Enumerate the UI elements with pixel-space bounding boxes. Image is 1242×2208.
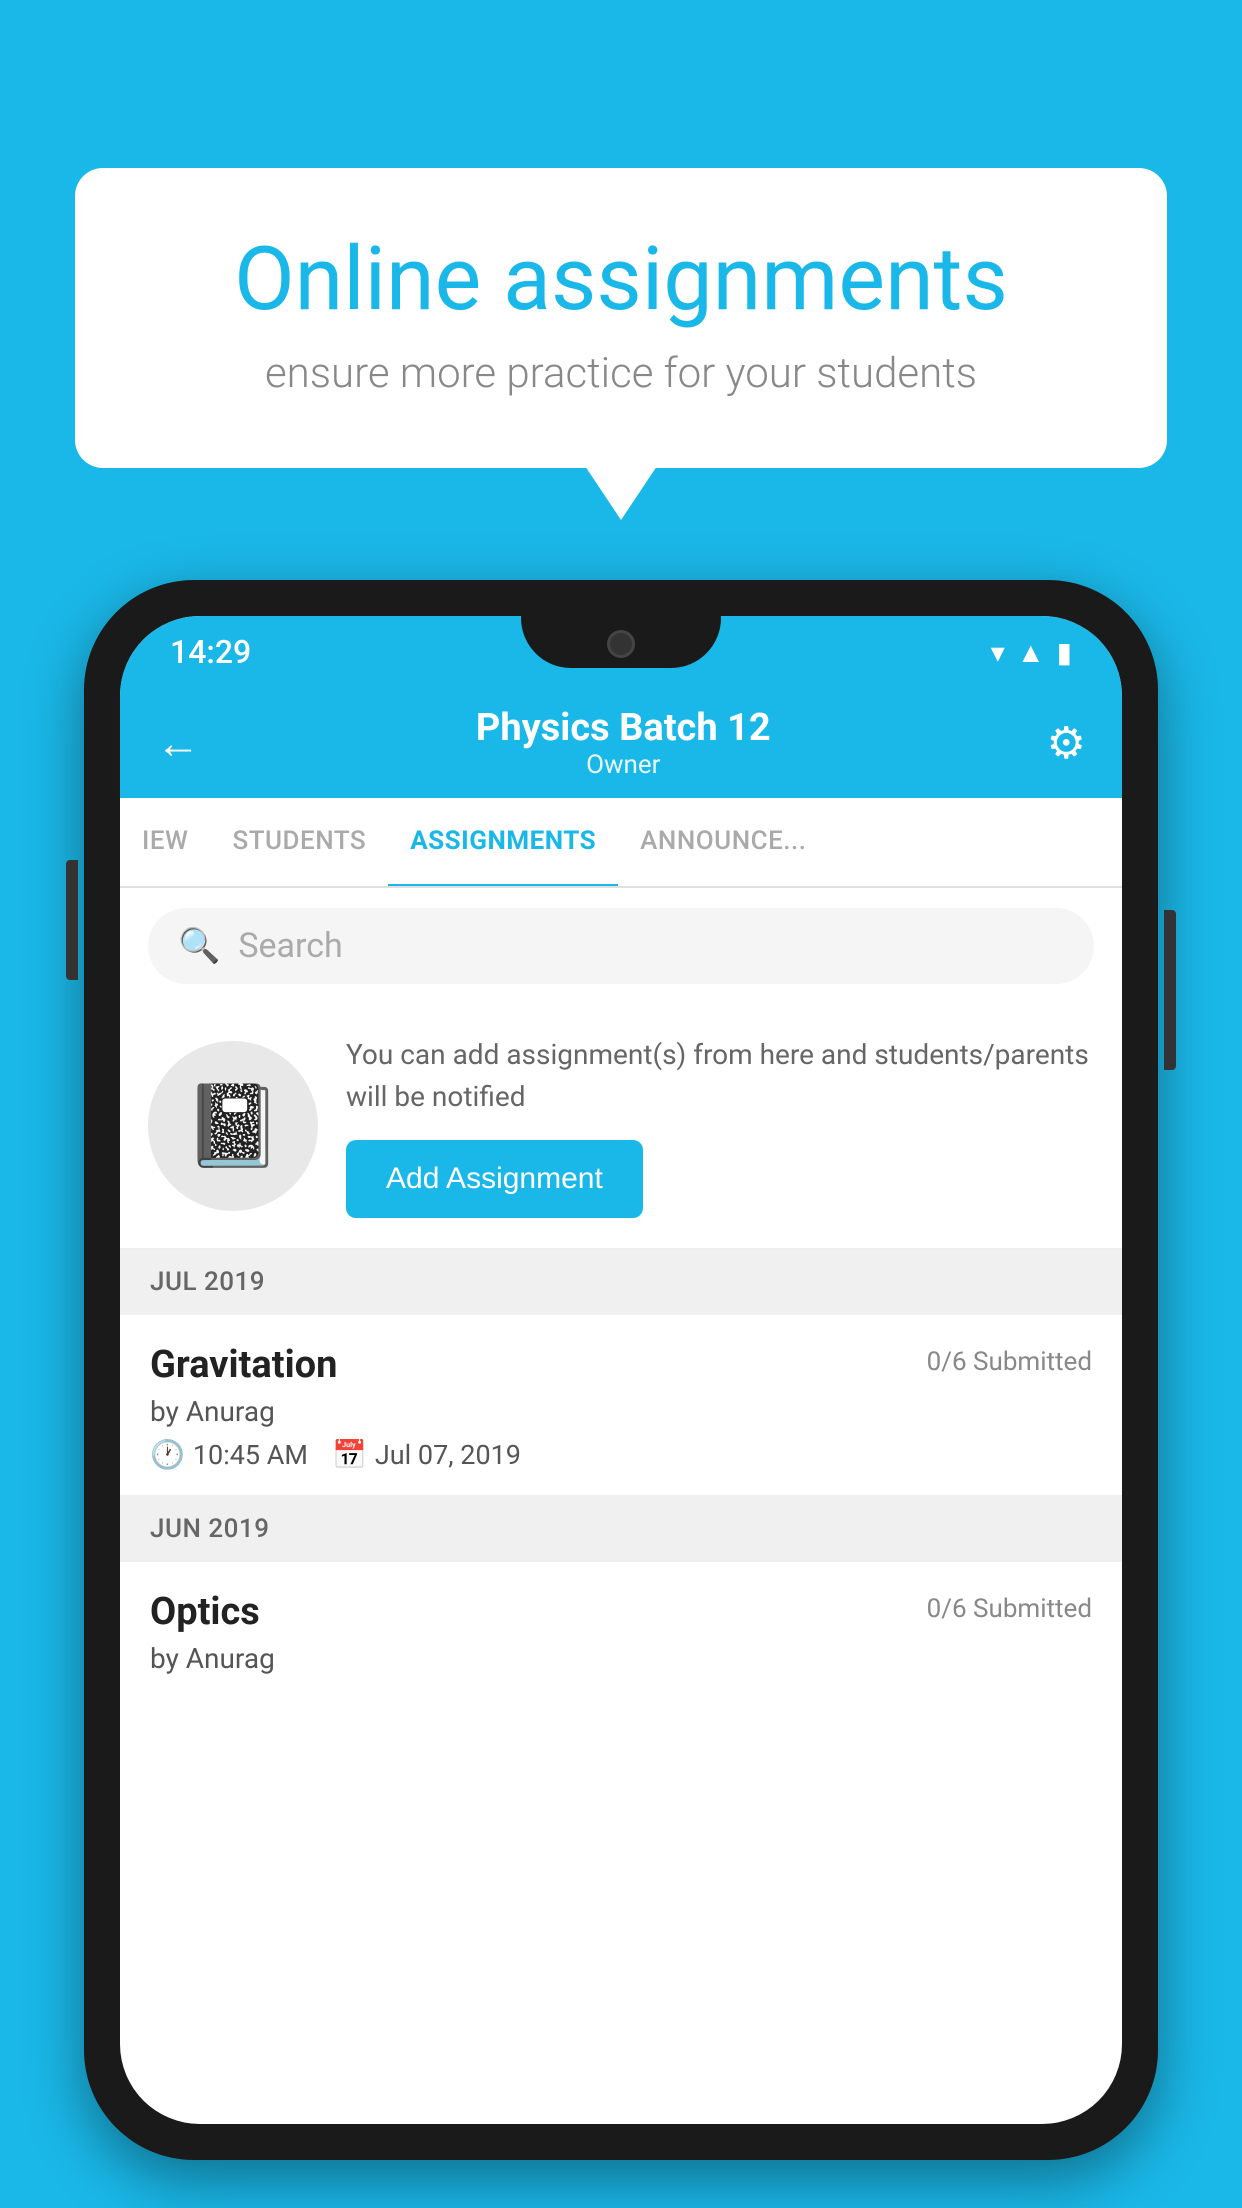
bubble-subtitle: ensure more practice for your students: [155, 349, 1087, 398]
meta-time: 🕐 10:45 AM: [150, 1438, 308, 1471]
batch-title: Physics Batch 12: [476, 706, 771, 750]
tab-assignments[interactable]: ASSIGNMENTS: [388, 798, 618, 888]
speech-bubble: Online assignments ensure more practice …: [75, 168, 1167, 468]
bubble-title: Online assignments: [155, 228, 1087, 331]
tabs-bar: IEW STUDENTS ASSIGNMENTS ANNOUNCE...: [120, 798, 1122, 888]
optics-by: by Anurag: [150, 1642, 1092, 1675]
search-icon: 🔍: [178, 926, 220, 966]
settings-button[interactable]: ⚙: [1047, 717, 1086, 769]
search-input-wrap[interactable]: 🔍 Search: [148, 908, 1094, 984]
assignment-time: 10:45 AM: [193, 1439, 308, 1471]
signal-icon: ▲: [1017, 636, 1045, 669]
status-icons: ▾ ▲ ▮: [991, 636, 1072, 669]
phone-container: 14:29 ▾ ▲ ▮ ← Physics Batch 12 Owner ⚙ I…: [84, 580, 1158, 2160]
search-bar-container: 🔍 Search: [120, 888, 1122, 1004]
add-assignment-button[interactable]: Add Assignment: [346, 1140, 643, 1218]
notebook-icon: 📓: [183, 1079, 283, 1173]
assignment-submitted: 0/6 Submitted: [927, 1347, 1092, 1377]
tab-iew[interactable]: IEW: [120, 798, 210, 886]
clock-icon: 🕐: [150, 1438, 185, 1471]
optics-submitted: 0/6 Submitted: [927, 1594, 1092, 1624]
tab-students[interactable]: STUDENTS: [210, 798, 388, 886]
header-title-area: Physics Batch 12 Owner: [476, 706, 771, 780]
tab-announcements[interactable]: ANNOUNCE...: [618, 798, 828, 886]
batch-subtitle: Owner: [476, 750, 771, 780]
phone-notch: [521, 616, 721, 668]
calendar-icon: 📅: [332, 1438, 367, 1471]
assignment-date: Jul 07, 2019: [375, 1439, 521, 1471]
assignment-icon-circle: 📓: [148, 1041, 318, 1211]
wifi-icon: ▾: [991, 636, 1005, 669]
assignment-meta: 🕐 10:45 AM 📅 Jul 07, 2019: [150, 1438, 1092, 1471]
assignment-gravitation[interactable]: Gravitation 0/6 Submitted by Anurag 🕐 10…: [120, 1315, 1122, 1496]
info-card: 📓 You can add assignment(s) from here an…: [120, 1004, 1122, 1249]
optics-name: Optics: [150, 1590, 260, 1634]
assignment-top-row: Gravitation 0/6 Submitted: [150, 1343, 1092, 1387]
battery-icon: ▮: [1057, 636, 1072, 669]
info-description: You can add assignment(s) from here and …: [346, 1034, 1094, 1118]
notch-camera: [607, 630, 635, 658]
back-button[interactable]: ←: [156, 717, 200, 769]
status-time: 14:29: [170, 633, 251, 671]
phone-screen: 14:29 ▾ ▲ ▮ ← Physics Batch 12 Owner ⚙ I…: [120, 616, 1122, 2124]
optics-top-row: Optics 0/6 Submitted: [150, 1590, 1092, 1634]
phone-frame: 14:29 ▾ ▲ ▮ ← Physics Batch 12 Owner ⚙ I…: [84, 580, 1158, 2160]
app-header: ← Physics Batch 12 Owner ⚙: [120, 688, 1122, 798]
meta-date: 📅 Jul 07, 2019: [332, 1438, 521, 1471]
search-input[interactable]: Search: [238, 926, 342, 966]
section-jul-2019: JUL 2019: [120, 1249, 1122, 1315]
assignment-name: Gravitation: [150, 1343, 337, 1387]
assignment-optics[interactable]: Optics 0/6 Submitted by Anurag: [120, 1562, 1122, 1695]
info-text-area: You can add assignment(s) from here and …: [346, 1034, 1094, 1218]
assignment-by: by Anurag: [150, 1395, 1092, 1428]
section-jun-2019: JUN 2019: [120, 1496, 1122, 1562]
